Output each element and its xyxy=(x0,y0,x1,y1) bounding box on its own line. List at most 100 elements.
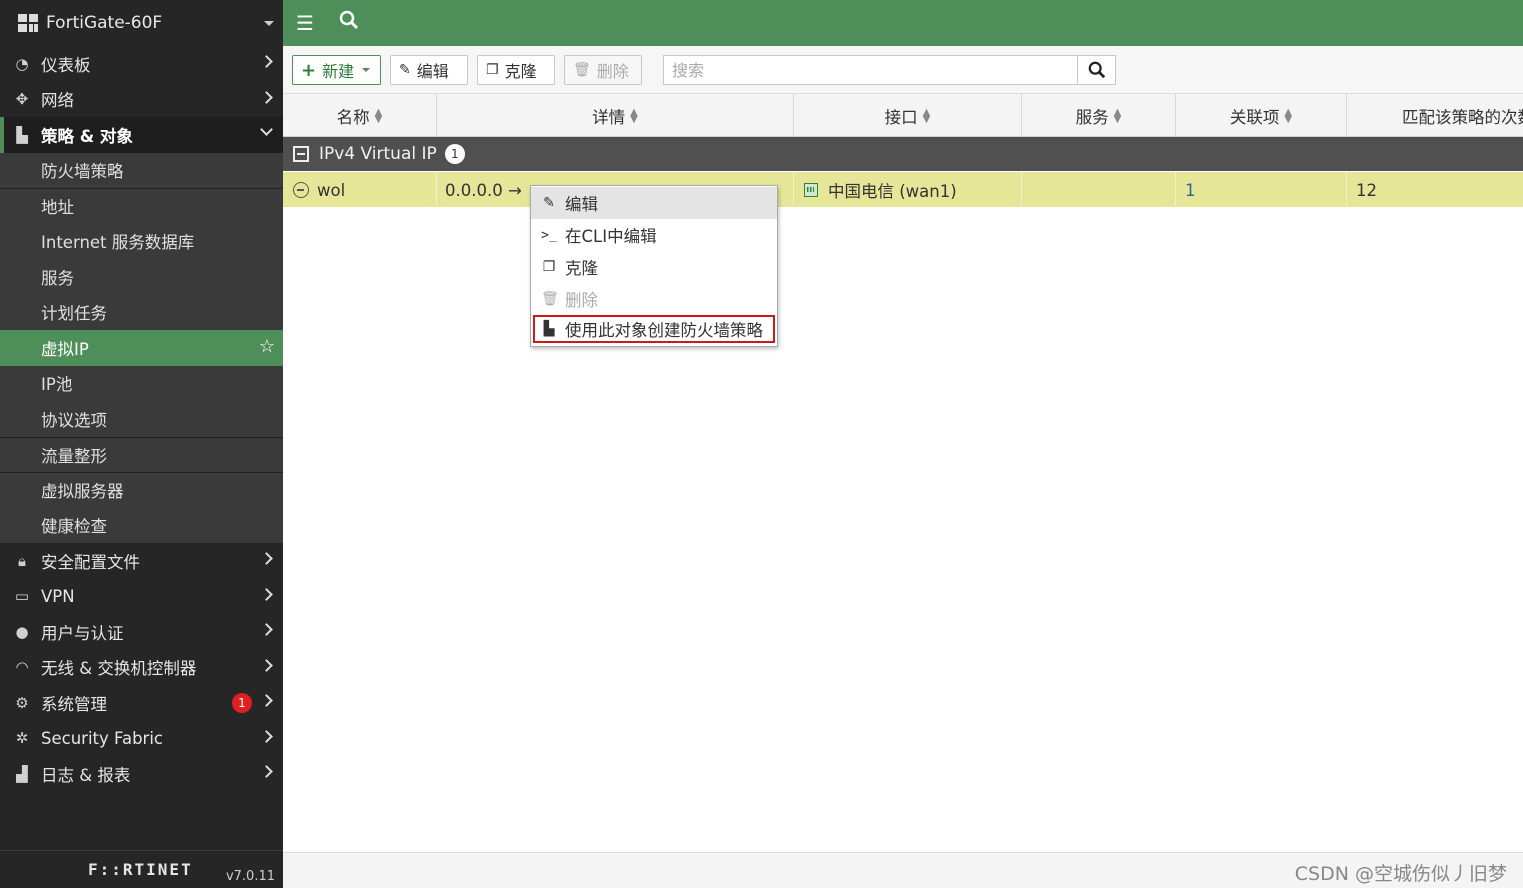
chevron-right-icon xyxy=(260,729,273,743)
sidebar-item-label: 用户与认证 xyxy=(41,623,124,643)
gear-icon: ⚙ xyxy=(15,693,29,712)
table-row[interactable]: wol 0.0.0.0 → 中国电信 (wan1) 1 12 xyxy=(283,171,1523,208)
menu-item-create-firewall-policy[interactable]: ▙ 使用此对象创建防火墙策略 xyxy=(533,315,775,343)
search-icon[interactable] xyxy=(339,10,359,35)
sidebar-sub-traffic-shaping[interactable]: 流量整形 xyxy=(0,436,283,472)
edit-button[interactable]: ✎ 编辑 xyxy=(390,55,468,85)
delete-button[interactable]: 🗑︎ 删除 xyxy=(564,55,642,85)
fabric-icon: ✲ xyxy=(15,729,29,748)
sidebar-sub-schedules[interactable]: 计划任务 xyxy=(0,294,283,330)
device-selector[interactable]: FortiGate-60F xyxy=(0,0,283,46)
toolbar: + 新建 ✎ 编辑 ❐ 克隆 🗑︎ 删除 xyxy=(283,46,1523,94)
column-header-services[interactable]: 服务 ▲ ▼ xyxy=(1022,94,1176,137)
sidebar-sub-protocol-options[interactable]: 协议选项 xyxy=(0,401,283,437)
group-row-ipv4-vip[interactable]: IPv4 Virtual IP 1 xyxy=(283,137,1523,171)
chevron-right-icon xyxy=(260,90,273,104)
sidebar-sub-address[interactable]: 地址 xyxy=(0,188,283,224)
lock-icon: 🔒︎ xyxy=(18,551,26,570)
sidebar-item-label: 策略 & 对象 xyxy=(41,126,133,146)
status-bar: CSDN @空城伤似丿旧梦 xyxy=(283,852,1523,888)
sidebar-sub-label: 服务 xyxy=(41,268,74,288)
menu-item-delete[interactable]: 🗑︎ 删除 xyxy=(531,283,777,315)
menu-item-label: 在CLI中编辑 xyxy=(565,227,657,246)
context-menu: ✎ 编辑 >_ 在CLI中编辑 ❐ 克隆 🗑︎ 删除 ▙ 使用此对象创建防火墙策… xyxy=(530,185,778,347)
search-button[interactable] xyxy=(1077,56,1115,84)
terminal-icon: >_ xyxy=(541,227,557,243)
sidebar-item-network[interactable]: ✥ 网络 xyxy=(0,82,283,118)
clone-icon: ❐ xyxy=(486,62,499,78)
sidebar-item-dashboard[interactable]: ◔ 仪表板 xyxy=(0,46,283,82)
chevron-right-icon xyxy=(260,658,273,672)
sidebar-item-policy-objects[interactable]: ▙ 策略 & 对象 xyxy=(0,117,283,153)
sidebar-sub-services[interactable]: 服务 xyxy=(0,259,283,295)
column-label: 匹配该策略的次数 xyxy=(1402,107,1523,127)
sidebar-item-label: VPN xyxy=(41,586,75,606)
notification-badge: 1 xyxy=(232,693,252,713)
sidebar-sub-label: 协议选项 xyxy=(41,410,107,430)
sidebar: FortiGate-60F ◔ 仪表板 ✥ 网络 ▙ 策略 & 对象 防火墙策略… xyxy=(0,0,283,888)
policy-create-icon: ▙ xyxy=(543,321,555,337)
column-header-details[interactable]: 详情 ▲ ▼ xyxy=(437,94,794,137)
cell-references[interactable]: 1 xyxy=(1176,172,1347,208)
search-input[interactable] xyxy=(664,56,1084,84)
chevron-down-icon xyxy=(264,21,274,26)
sidebar-item-label: 日志 & 报表 xyxy=(41,765,131,785)
sidebar-item-label: 仪表板 xyxy=(41,55,91,75)
sidebar-item-log-report[interactable]: ▟ 日志 & 报表 xyxy=(0,756,283,792)
sidebar-sub-ip-pools[interactable]: IP池 xyxy=(0,365,283,401)
sidebar-item-wifi-switch[interactable]: ◠ 无线 & 交换机控制器 xyxy=(0,650,283,686)
sidebar-sub-label: 虚拟IP xyxy=(41,339,89,359)
menu-item-edit-in-cli[interactable]: >_ 在CLI中编辑 xyxy=(531,219,777,251)
column-label: 服务 xyxy=(1075,107,1109,127)
menu-item-label: 使用此对象创建防火墙策略 xyxy=(565,321,763,340)
sidebar-sub-health-check[interactable]: 健康检查 xyxy=(0,507,283,543)
sidebar-item-vpn[interactable]: ▭ VPN xyxy=(0,579,283,615)
cell-text: 中国电信 (wan1) xyxy=(828,182,957,201)
column-header-hit-count[interactable]: 匹配该策略的次数 xyxy=(1347,94,1523,137)
chevron-right-icon xyxy=(260,55,273,68)
sidebar-sub-firewall-policy[interactable]: 防火墙策略 xyxy=(0,152,283,188)
sidebar-item-security-profiles[interactable]: 🔒︎ 安全配置文件 xyxy=(0,543,283,579)
menu-hamburger-icon[interactable]: ☰ xyxy=(296,11,314,35)
top-bar: ☰ xyxy=(283,0,1523,46)
chevron-down-icon xyxy=(260,123,273,136)
virtual-ip-icon xyxy=(293,182,309,198)
column-header-interface[interactable]: 接口 ▲ ▼ xyxy=(794,94,1022,137)
table-header: 名称 ▲ ▼ 详情 ▲ ▼ 接口 ▲ ▼ 服务 ▲ ▼ 关联项 ▲ ▼ 匹配该策略的次数 xyxy=(283,94,1523,137)
sidebar-item-security-fabric[interactable]: ✲ Security Fabric xyxy=(0,721,283,757)
chevron-right-icon xyxy=(260,552,273,565)
sidebar-sub-virtual-servers[interactable]: 虚拟服务器 xyxy=(0,472,283,508)
menu-item-edit[interactable]: ✎ 编辑 xyxy=(531,187,777,219)
group-label: IPv4 Virtual IP xyxy=(319,144,437,164)
sidebar-item-label: Security Fabric xyxy=(41,728,164,748)
create-new-button[interactable]: + 新建 xyxy=(292,55,381,85)
collapse-icon[interactable] xyxy=(293,146,309,162)
sidebar-sub-label: IP池 xyxy=(41,375,73,395)
column-header-name[interactable]: 名称 ▲ ▼ xyxy=(283,94,437,137)
trash-icon: 🗑︎ xyxy=(573,62,591,78)
sort-icon: ▲ ▼ xyxy=(1113,106,1122,125)
column-header-references[interactable]: 关联项 ▲ ▼ xyxy=(1176,94,1347,137)
sidebar-sub-label: 地址 xyxy=(41,198,74,218)
sort-icon: ▲ ▼ xyxy=(374,106,383,125)
menu-item-clone[interactable]: ❐ 克隆 xyxy=(531,251,777,283)
clone-icon: ❐ xyxy=(542,259,556,275)
pencil-icon: ✎ xyxy=(543,195,555,211)
sort-icon: ▲ ▼ xyxy=(922,106,931,125)
sidebar-item-system[interactable]: ⚙ 系统管理 1 xyxy=(0,685,283,721)
column-label: 接口 xyxy=(884,107,918,127)
sidebar-sub-label: 流量整形 xyxy=(41,446,107,466)
sidebar-sub-virtual-ip[interactable]: 虚拟IP ☆ xyxy=(0,330,283,366)
chevron-right-icon xyxy=(260,587,273,601)
pencil-icon: ✎ xyxy=(399,62,411,78)
device-name: FortiGate-60F xyxy=(46,13,163,33)
favorite-star-icon[interactable]: ☆ xyxy=(259,336,275,357)
menu-item-label: 克隆 xyxy=(565,259,598,278)
sidebar-sub-label: 虚拟服务器 xyxy=(41,482,124,502)
search-icon xyxy=(1088,61,1105,79)
sidebar-sub-label: Internet 服务数据库 xyxy=(41,233,195,253)
sidebar-item-user-auth[interactable]: ● 用户与认证 xyxy=(0,614,283,650)
policy-icon: ▙ xyxy=(16,125,28,144)
clone-button[interactable]: ❐ 克隆 xyxy=(477,55,555,85)
sidebar-sub-internet-service-db[interactable]: Internet 服务数据库 xyxy=(0,223,283,259)
